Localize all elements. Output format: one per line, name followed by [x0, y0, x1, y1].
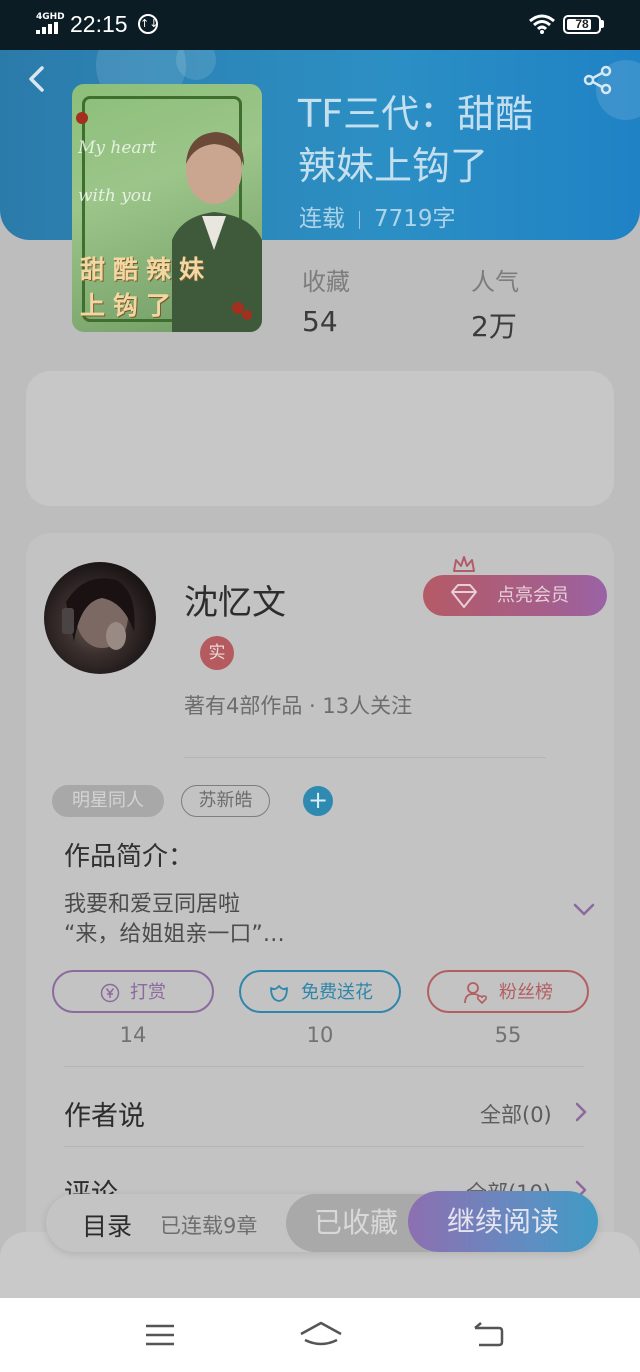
tag-category[interactable]: 明星同人 [52, 785, 164, 817]
fans-count: 55 [494, 1023, 522, 1047]
home-icon[interactable] [299, 1318, 343, 1352]
book-title-line-1: TF三代：甜酷 [298, 92, 534, 136]
book-title-line-2: 辣妹上钩了 [298, 144, 489, 188]
wifi-icon [529, 14, 555, 34]
add-tag-button[interactable]: + [303, 786, 333, 816]
intro-line-2: “来，给姐姐亲一口”… [64, 922, 285, 947]
tag-character[interactable]: 苏新皓 [181, 785, 270, 817]
author-says-title: 作者说 [64, 1101, 145, 1132]
menu-icon[interactable] [143, 1318, 177, 1352]
diamond-icon [451, 584, 477, 608]
status-bar: 4GHD 22:15 ↑↓ 78 [0, 0, 640, 50]
book-title: TF三代：甜酷 辣妹上钩了 [298, 88, 598, 192]
author-summary: 著有4部作品 · 13人关注 [184, 694, 413, 718]
author-says-all-link[interactable]: 全部(0) [480, 1099, 552, 1129]
table-of-contents-button[interactable]: 目录 [82, 1207, 132, 1243]
free-flower-button[interactable]: 免费送花 [239, 970, 401, 1013]
popularity-count: 2万 [471, 310, 517, 343]
back-arrow-icon[interactable] [24, 62, 48, 96]
avatar-image [62, 578, 135, 650]
actions-divider [64, 1066, 584, 1067]
collected-label: 已收藏 [314, 1206, 399, 1239]
continue-reading-button[interactable]: 继续阅读 [408, 1191, 598, 1252]
popularity-label: 人气 [471, 268, 519, 296]
data-transfer-icon: ↑↓ [138, 14, 158, 34]
intro-line-1: 我要和爱豆同居啦 [64, 892, 241, 917]
signal-icon [36, 22, 58, 34]
yen-icon [100, 983, 120, 1003]
author-avatar[interactable] [44, 562, 156, 674]
tip-button[interactable]: 打赏 [52, 970, 214, 1013]
crown-icon [453, 556, 475, 572]
favorites-count: 54 [302, 305, 338, 338]
favorites-label: 收藏 [302, 268, 350, 296]
battery-level: 78 [575, 17, 589, 31]
battery-icon: 78 [563, 15, 601, 34]
back-icon[interactable] [471, 1318, 505, 1352]
clock: 22:15 [70, 11, 128, 37]
fans-ranking-button[interactable]: 粉丝榜 [427, 970, 589, 1013]
verified-badge: 实 [200, 636, 234, 670]
intro-heading: 作品简介： [64, 842, 195, 872]
cover-title-text: 甜酷辣妹上钩了 [80, 255, 213, 320]
chapter-count: 已连载9章 [160, 1214, 258, 1238]
flower-label: 免费送花 [301, 982, 373, 1003]
chevron-right-icon[interactable] [575, 1102, 587, 1122]
book-cover[interactable]: My heart with you 甜酷辣妹上钩了 [72, 84, 262, 332]
word-count: 7719字 [374, 206, 456, 232]
book-meta: 连载 7719字 [299, 199, 456, 233]
flower-icon [270, 985, 288, 1002]
network-type: 4GHD [36, 12, 65, 22]
continue-reading-label: 继续阅读 [446, 1205, 559, 1238]
tip-count: 14 [119, 1023, 147, 1047]
chevron-down-icon[interactable] [572, 902, 596, 918]
tip-label: 打赏 [130, 982, 166, 1003]
flower-count: 10 [306, 1023, 334, 1047]
comments-divider [64, 1146, 584, 1147]
author-name[interactable]: 沈忆文 [184, 575, 286, 624]
author-divider [184, 757, 546, 758]
fans-label: 粉丝榜 [499, 982, 553, 1003]
vip-button-label: 点亮会员 [497, 585, 569, 606]
serial-status: 连载 [299, 206, 345, 232]
fans-icon [464, 982, 488, 1005]
placeholder-card [26, 371, 614, 506]
